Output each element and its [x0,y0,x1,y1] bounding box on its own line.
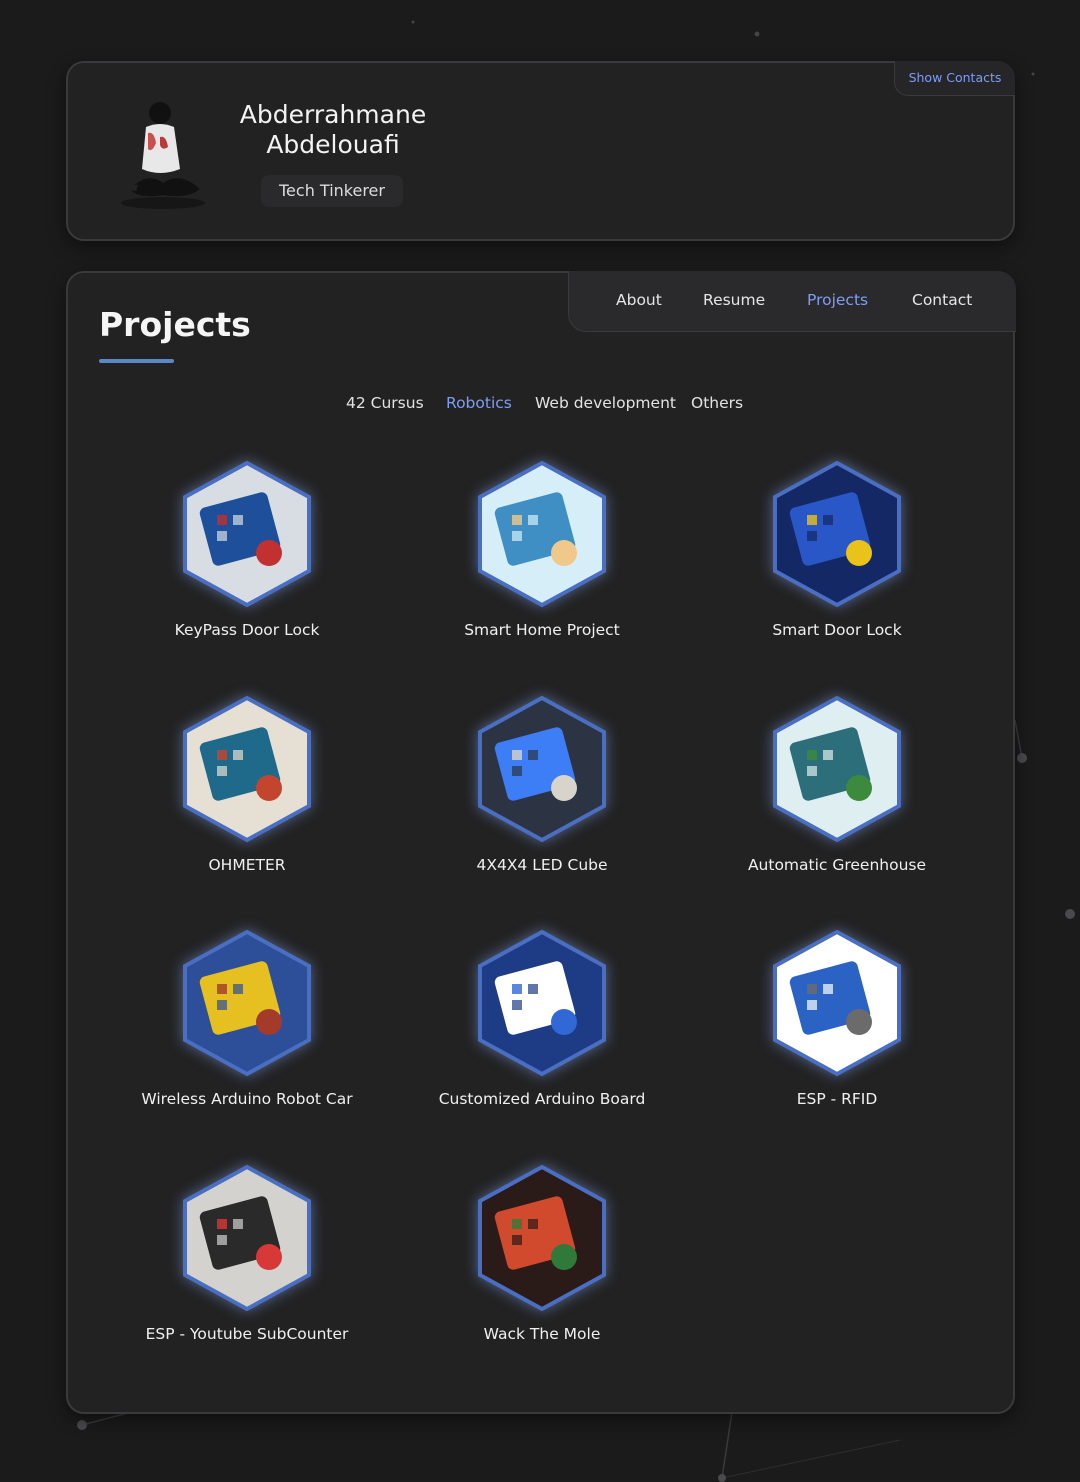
profile-name-first: Abderrahmane [239,100,427,129]
project-title: 4X4X4 LED Cube [476,856,608,874]
project-card[interactable]: Smart Door Lock [692,459,982,639]
nav-about[interactable]: About [616,291,662,309]
project-title: Wireless Arduino Robot Car [141,1090,353,1108]
project-thumbnail [767,928,907,1078]
main-card: About Resume Projects Contact Projects 4… [66,271,1016,1414]
led-matrix-icon [183,1164,311,1312]
page-title: Projects [99,305,251,344]
nav-resume[interactable]: Resume [703,291,765,309]
project-thumbnail [767,459,907,609]
project-title: Smart Door Lock [772,621,902,639]
project-thumbnail [177,928,317,1078]
whack-mole-icon [478,1164,606,1312]
profile-name: Abderrahmane Abdelouafi [228,100,438,160]
project-card[interactable]: OHMETER [102,694,392,874]
project-thumbnail [177,694,317,844]
profile-name-last: Abdelouafi [266,130,400,159]
ohmmeter-icon [183,695,311,843]
project-thumbnail [472,1163,612,1313]
project-card[interactable]: ESP - RFID [692,928,982,1108]
project-card[interactable]: Wack The Mole [397,1163,687,1343]
filter-42-cursus[interactable]: 42 Cursus [346,394,424,412]
project-card[interactable]: Customized Arduino Board [397,928,687,1108]
smart-home-icon [478,460,606,608]
project-card[interactable]: Wireless Arduino Robot Car [102,928,392,1108]
project-title: Smart Home Project [464,621,620,639]
filter-robotics[interactable]: Robotics [446,394,512,412]
project-title: KeyPass Door Lock [174,621,320,639]
navbar: About Resume Projects Contact [568,271,1016,332]
project-thumbnail [767,694,907,844]
project-card[interactable]: KeyPass Door Lock [102,459,392,639]
project-thumbnail [177,459,317,609]
project-title: ESP - RFID [796,1090,878,1108]
show-contacts-button[interactable]: Show Contacts [894,61,1015,96]
rfid-icon [773,929,901,1077]
project-card[interactable]: 4X4X4 LED Cube [397,694,687,874]
door-lock-icon [773,460,901,608]
arduino-board-icon [478,929,606,1077]
nav-projects[interactable]: Projects [807,291,868,309]
nav-contact[interactable]: Contact [912,291,972,309]
greenhouse-icon [773,695,901,843]
led-cube-icon [478,695,606,843]
project-card[interactable]: Smart Home Project [397,459,687,639]
project-thumbnail [472,694,612,844]
keypad-icon [183,460,311,608]
project-title: Automatic Greenhouse [747,856,927,874]
robot-car-icon [183,929,311,1077]
project-thumbnail [472,459,612,609]
role-badge: Tech Tinkerer [261,175,403,207]
project-title: Wack The Mole [483,1325,601,1343]
project-thumbnail [472,928,612,1078]
avatar [121,102,205,209]
project-title: OHMETER [208,856,286,874]
profile-card: Abderrahmane Abdelouafi Tech Tinkerer Sh… [66,61,1015,241]
project-thumbnail [177,1163,317,1313]
project-card[interactable]: ESP - Youtube SubCounter [102,1163,392,1343]
title-underline [99,359,174,363]
project-title: Customized Arduino Board [438,1090,646,1108]
filter-web-development[interactable]: Web development [535,394,676,412]
project-title: ESP - Youtube SubCounter [145,1325,349,1343]
filter-others[interactable]: Others [691,394,743,412]
project-card[interactable]: Automatic Greenhouse [692,694,982,874]
